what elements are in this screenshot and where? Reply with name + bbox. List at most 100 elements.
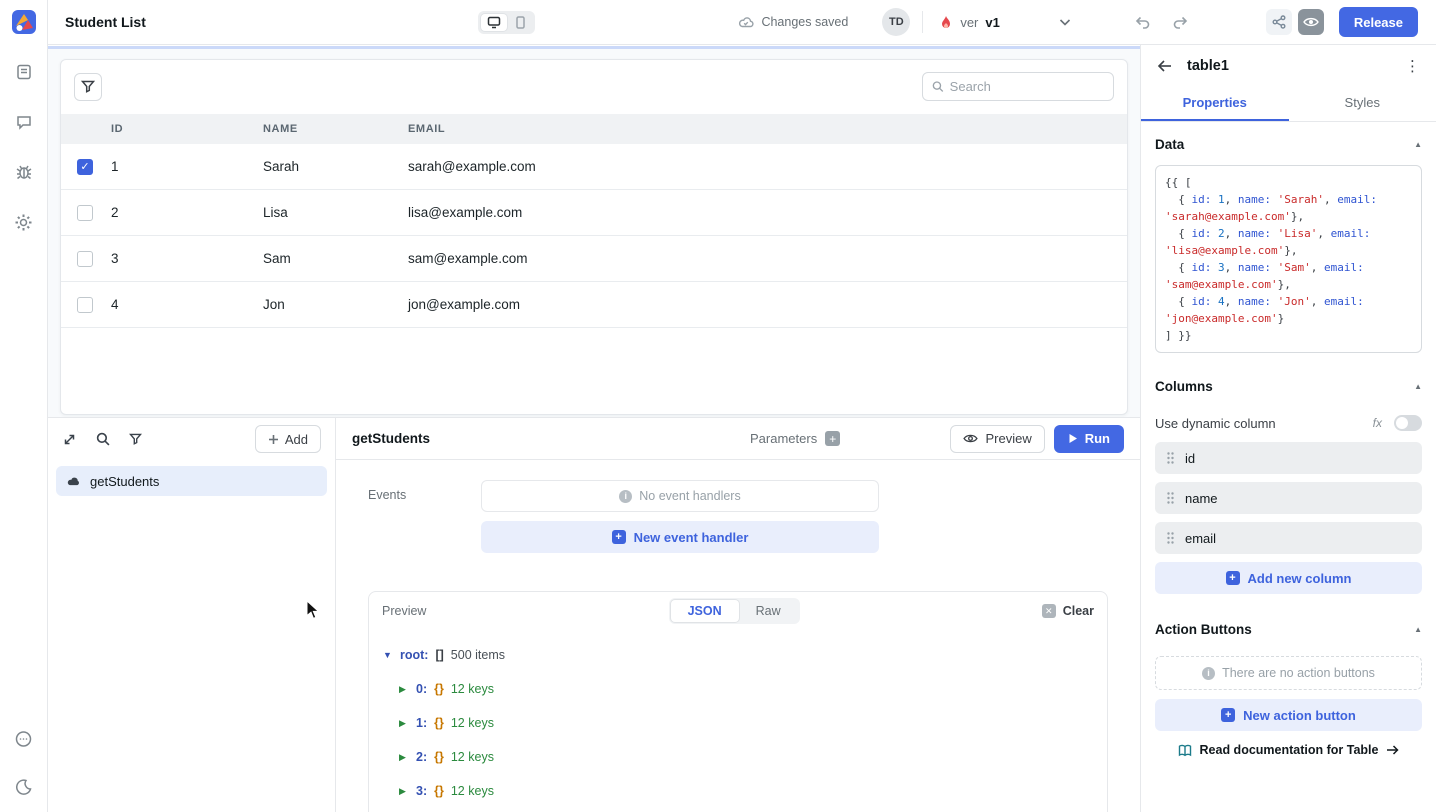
- eye-icon: [963, 433, 978, 444]
- expand-caret-icon[interactable]: ▶: [399, 786, 409, 797]
- app-logo-icon[interactable]: [11, 9, 37, 35]
- cloud-saved-icon: [738, 16, 754, 28]
- columns-section-header[interactable]: Columns ▲: [1155, 379, 1422, 394]
- new-event-handler-button[interactable]: + New event handler: [481, 521, 879, 553]
- table-row[interactable]: ✓1Sarahsarah@example.com: [61, 144, 1127, 190]
- widget-name-title[interactable]: table1: [1187, 58, 1229, 74]
- version-selector[interactable]: ver v1: [939, 15, 1000, 30]
- collapse-section-icon[interactable]: ▲: [1414, 625, 1422, 634]
- add-new-column-button[interactable]: + Add new column: [1155, 562, 1422, 594]
- preview-section-label: Preview: [382, 604, 426, 618]
- query-list-item[interactable]: getStudents: [56, 466, 327, 496]
- cell-name: Jon: [261, 297, 406, 312]
- tab-styles[interactable]: Styles: [1289, 87, 1436, 121]
- comments-icon[interactable]: [13, 111, 35, 133]
- column-header[interactable]: NAME: [261, 123, 406, 135]
- clear-preview-button[interactable]: ✕ Clear: [1042, 604, 1094, 618]
- table-row[interactable]: 2Lisalisa@example.com: [61, 190, 1127, 236]
- table-search[interactable]: [922, 72, 1114, 101]
- expand-caret-icon[interactable]: ▶: [399, 718, 409, 729]
- collapse-section-icon[interactable]: ▲: [1414, 140, 1422, 149]
- json-tree-node[interactable]: ▶0:{}12 keys: [383, 672, 1093, 706]
- fx-button[interactable]: fx: [1373, 416, 1382, 430]
- app-canvas[interactable]: IDNAMEEMAIL ✓1Sarahsarah@example.com2Lis…: [48, 46, 1140, 417]
- query-name-label[interactable]: getStudents: [352, 431, 430, 446]
- column-item[interactable]: id: [1155, 442, 1422, 474]
- table-header: IDNAMEEMAIL: [61, 114, 1127, 144]
- preview-mode-toggle: JSON Raw: [669, 598, 800, 624]
- row-checkbox[interactable]: ✓: [77, 159, 93, 175]
- divider: [922, 11, 923, 33]
- collapse-caret-icon[interactable]: ▼: [383, 650, 393, 660]
- add-parameter-icon[interactable]: +: [825, 431, 840, 446]
- query-preview-button[interactable]: Preview: [950, 425, 1044, 453]
- table-widget[interactable]: IDNAMEEMAIL ✓1Sarahsarah@example.com2Lis…: [60, 59, 1128, 415]
- json-tree-node[interactable]: ▶1:{}12 keys: [383, 706, 1093, 740]
- search-queries-icon[interactable]: [96, 432, 110, 446]
- canvas-device-toggle[interactable]: [478, 11, 535, 34]
- dark-mode-toggle-icon[interactable]: [13, 776, 35, 798]
- row-checkbox[interactable]: [77, 251, 93, 267]
- cell-email: sarah@example.com: [406, 159, 1127, 174]
- new-action-button[interactable]: + New action button: [1155, 699, 1422, 731]
- tab-raw[interactable]: Raw: [739, 600, 798, 622]
- kebab-menu-icon[interactable]: ⋮: [1405, 57, 1420, 75]
- cell-id: 2: [109, 205, 261, 220]
- add-query-button[interactable]: Add: [255, 425, 321, 453]
- mobile-view-icon[interactable]: [509, 14, 532, 31]
- action-buttons-section-header[interactable]: Action Buttons ▲: [1155, 622, 1422, 637]
- table-filter-button[interactable]: [74, 73, 102, 101]
- table-search-input[interactable]: [950, 79, 1104, 94]
- widget-inspector: table1 ⋮ Properties Styles Data ▲ {{ [ {…: [1140, 45, 1436, 812]
- arrow-right-icon: [1386, 745, 1399, 755]
- drag-handle-icon[interactable]: [1166, 491, 1175, 505]
- help-chat-icon[interactable]: [13, 728, 35, 750]
- table-row[interactable]: 4Jonjon@example.com: [61, 282, 1127, 328]
- json-tree-node[interactable]: ▶3:{}12 keys: [383, 774, 1093, 808]
- cell-email: lisa@example.com: [406, 205, 1127, 220]
- tab-properties[interactable]: Properties: [1141, 87, 1289, 121]
- settings-icon[interactable]: [13, 211, 35, 233]
- query-result-preview: Preview JSON Raw ✕ Clear ▼ root: []: [368, 591, 1108, 812]
- query-list-panel: Add getStudents: [48, 418, 336, 812]
- dynamic-column-toggle[interactable]: [1394, 415, 1422, 431]
- user-avatar[interactable]: TD: [882, 8, 910, 36]
- column-item[interactable]: name: [1155, 482, 1422, 514]
- json-tree-root[interactable]: ▼ root: [] 500 items: [383, 638, 1093, 672]
- drag-handle-icon[interactable]: [1166, 531, 1175, 545]
- desktop-view-icon[interactable]: [481, 14, 507, 31]
- data-section-header[interactable]: Data ▲: [1155, 137, 1422, 152]
- redo-icon[interactable]: [1170, 11, 1192, 33]
- column-item[interactable]: email: [1155, 522, 1422, 554]
- share-button[interactable]: [1266, 9, 1292, 35]
- data-code-editor[interactable]: {{ [ { id: 1, name: 'Sarah', email:'sara…: [1155, 165, 1422, 353]
- json-tree-node[interactable]: ▶2:{}12 keys: [383, 740, 1093, 774]
- collapse-section-icon[interactable]: ▲: [1414, 382, 1422, 391]
- expand-caret-icon[interactable]: ▶: [399, 684, 409, 695]
- plus-icon: [268, 434, 279, 445]
- drag-handle-icon[interactable]: [1166, 451, 1175, 465]
- read-documentation-link[interactable]: Read documentation for Table: [1155, 743, 1422, 757]
- clear-icon: ✕: [1042, 604, 1056, 618]
- expand-caret-icon[interactable]: ▶: [399, 752, 409, 763]
- back-icon[interactable]: [1157, 59, 1173, 73]
- pages-icon[interactable]: [13, 61, 35, 83]
- debugger-icon[interactable]: [13, 161, 35, 183]
- preview-app-button[interactable]: [1298, 9, 1324, 35]
- undo-icon[interactable]: [1132, 11, 1154, 33]
- column-header[interactable]: ID: [109, 123, 261, 135]
- left-rail: [0, 0, 48, 812]
- tab-json[interactable]: JSON: [671, 600, 739, 622]
- json-tree: ▼ root: [] 500 items ▶0:{}12 keys▶1:{}12…: [369, 630, 1107, 812]
- row-checkbox[interactable]: [77, 205, 93, 221]
- column-name: id: [1185, 451, 1195, 466]
- query-run-button[interactable]: Run: [1054, 425, 1124, 453]
- version-dropdown-chevron-icon[interactable]: [1056, 13, 1074, 31]
- info-icon: i: [1202, 667, 1215, 680]
- filter-queries-icon[interactable]: [129, 433, 142, 445]
- expand-panel-icon[interactable]: [62, 432, 77, 447]
- column-header[interactable]: EMAIL: [406, 123, 1127, 135]
- row-checkbox[interactable]: [77, 297, 93, 313]
- table-row[interactable]: 3Samsam@example.com: [61, 236, 1127, 282]
- release-button[interactable]: Release: [1339, 7, 1418, 37]
